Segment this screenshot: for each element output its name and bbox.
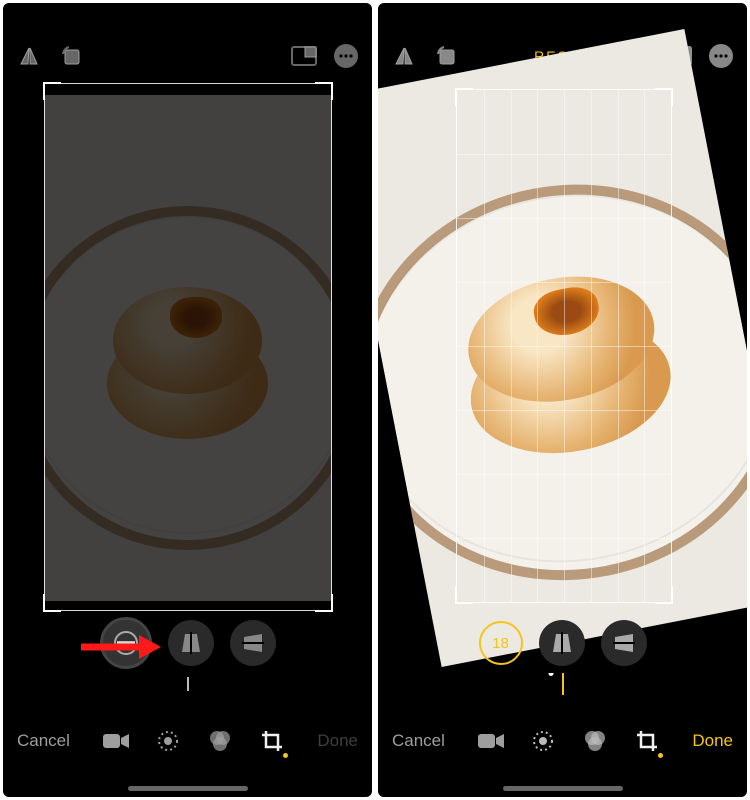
- ruler-center-mark: [562, 673, 564, 695]
- adjust-tool-icon[interactable]: [153, 726, 183, 756]
- straighten-value-button[interactable]: 18: [479, 621, 523, 665]
- filters-tool-icon[interactable]: [205, 726, 235, 756]
- ruler-origin-dot: [549, 673, 554, 676]
- crop-tool-icon[interactable]: [632, 726, 662, 756]
- flip-vertical-icon[interactable]: [15, 42, 43, 70]
- horizontal-perspective-button[interactable]: [230, 620, 276, 666]
- done-button[interactable]: Done: [692, 731, 733, 751]
- video-tool-icon[interactable]: [101, 726, 131, 756]
- done-button[interactable]: Done: [317, 731, 358, 751]
- crop-tool-icon[interactable]: [257, 726, 287, 756]
- rotate-icon[interactable]: [57, 42, 85, 70]
- video-tool-icon[interactable]: [476, 726, 506, 756]
- straighten-controls: [3, 613, 372, 673]
- editor-bottombar: Cancel Done: [378, 709, 747, 773]
- angle-ruler[interactable]: [378, 673, 747, 709]
- phone-left: Cancel Done: [3, 3, 372, 797]
- straighten-button[interactable]: [100, 617, 152, 669]
- horizontal-perspective-button[interactable]: [601, 620, 647, 666]
- aspect-ratio-icon[interactable]: [290, 42, 318, 70]
- crop-frame[interactable]: [44, 83, 332, 611]
- straighten-controls: 18: [378, 613, 747, 673]
- filters-tool-icon[interactable]: [580, 726, 610, 756]
- crop-stage[interactable]: [3, 83, 372, 613]
- crop-topbar: [3, 3, 372, 83]
- adjust-tool-icon[interactable]: [528, 726, 558, 756]
- more-icon[interactable]: [707, 42, 735, 70]
- flip-vertical-icon[interactable]: [390, 42, 418, 70]
- cancel-button[interactable]: Cancel: [392, 731, 445, 751]
- crop-stage[interactable]: [378, 83, 747, 613]
- vertical-perspective-button[interactable]: [168, 620, 214, 666]
- vertical-perspective-button[interactable]: [539, 620, 585, 666]
- editor-bottombar: Cancel Done: [3, 709, 372, 773]
- phone-right: RESET: [378, 3, 747, 797]
- home-indicator: [128, 786, 248, 791]
- ruler-center-mark: [187, 677, 189, 691]
- crop-frame[interactable]: [456, 89, 672, 603]
- home-indicator: [503, 786, 623, 791]
- cancel-button[interactable]: Cancel: [17, 731, 70, 751]
- rotate-icon[interactable]: [432, 42, 460, 70]
- angle-ruler[interactable]: [3, 673, 372, 709]
- more-icon[interactable]: [332, 42, 360, 70]
